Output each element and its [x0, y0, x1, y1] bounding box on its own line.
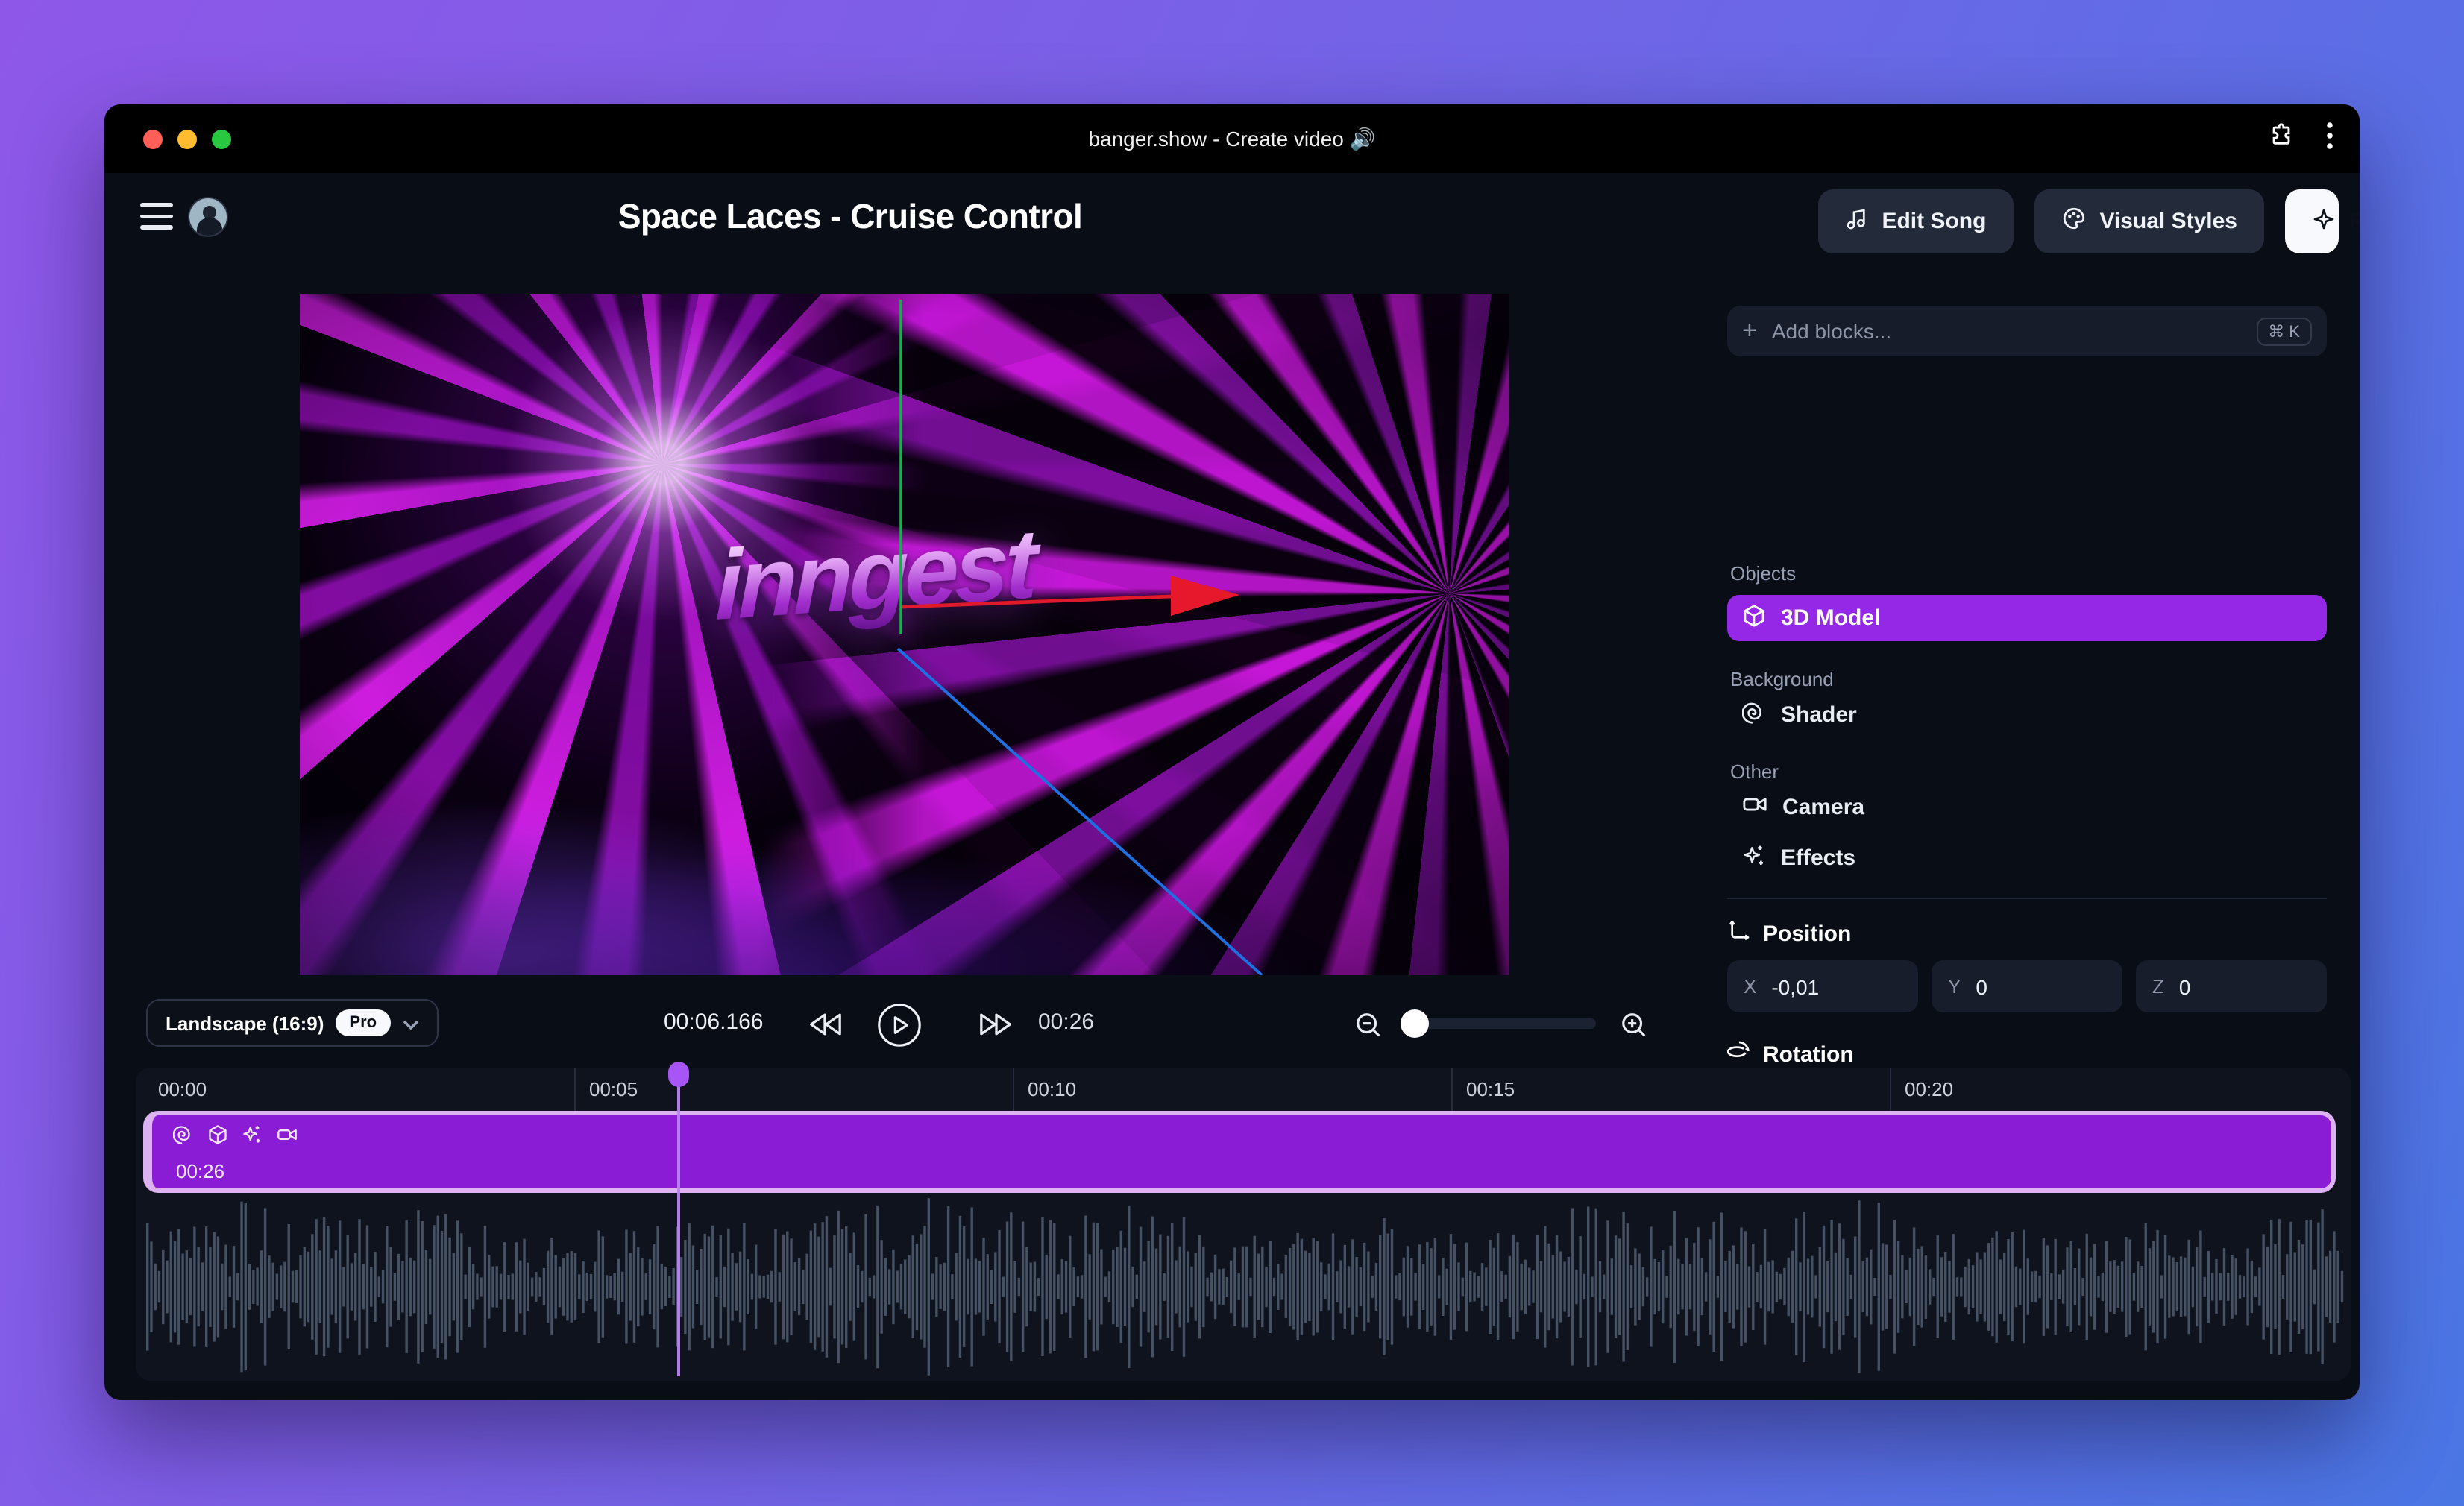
- maximize-window-button[interactable]: [212, 129, 231, 148]
- titlebar: banger.show - Create video 🔊: [104, 104, 2360, 173]
- timeline: 00:00 00:05 00:10 00:15 00:20 00:26: [136, 1062, 2351, 1381]
- position-y-input[interactable]: Y0: [1932, 960, 2122, 1012]
- section-label-other: Other: [1730, 760, 1779, 783]
- extensions-puzzle-icon[interactable]: [2269, 122, 2294, 155]
- position-inputs: X -0,01 Y0 Z0: [1727, 960, 2327, 1012]
- sidebar-item-shader[interactable]: Shader: [1727, 692, 2327, 738]
- hamburger-menu-icon[interactable]: [140, 203, 173, 230]
- section-label-background: Background: [1730, 668, 1834, 690]
- play-button[interactable]: [877, 1002, 922, 1047]
- timeline-ruler[interactable]: 00:00 00:05 00:10 00:15 00:20: [136, 1068, 2351, 1111]
- sidebar-item-3d-model[interactable]: 3D Model: [1727, 595, 2327, 641]
- position-header: Position: [1727, 919, 1851, 948]
- total-duration: 00:26: [1038, 1009, 1095, 1035]
- plus-icon: +: [1742, 316, 1757, 344]
- timeline-zoom-knob[interactable]: [1401, 1009, 1429, 1038]
- avatar[interactable]: [188, 197, 228, 237]
- position-x-input[interactable]: X -0,01: [1727, 960, 1918, 1012]
- sidebar-item-effects[interactable]: Effects: [1727, 835, 2327, 881]
- playhead-knob[interactable]: [668, 1062, 689, 1087]
- video-preview-viewport[interactable]: inngest: [300, 294, 1509, 975]
- palette-icon: [2061, 206, 2086, 237]
- sidebar-item-camera[interactable]: Camera: [1727, 784, 2327, 831]
- section-label-objects: Objects: [1730, 562, 1797, 585]
- cube-icon: [207, 1124, 228, 1153]
- ruler-label: 00:10: [1028, 1078, 1077, 1100]
- aspect-ratio-dropdown[interactable]: Landscape (16:9) Pro: [146, 999, 439, 1047]
- desktop-background: banger.show - Create video 🔊 Space Laces…: [0, 0, 2464, 1506]
- add-blocks-input[interactable]: + Add blocks... ⌘ K: [1727, 306, 2327, 356]
- rotate-3d-icon: [1726, 1039, 1751, 1069]
- transform-gizmo: [896, 300, 1263, 975]
- gizmo-x-axis: [902, 594, 1172, 609]
- kebab-menu-icon[interactable]: [2327, 122, 2333, 156]
- sparkles-icon: [242, 1124, 263, 1153]
- shortcut-badge: ⌘ K: [2256, 317, 2312, 345]
- position-z-input[interactable]: Z0: [2136, 960, 2327, 1012]
- close-window-button[interactable]: [143, 129, 163, 148]
- timeline-zoom-slider[interactable]: [1401, 1009, 1596, 1038]
- rewind-icon[interactable]: [802, 1002, 847, 1047]
- window-title: banger.show - Create video 🔊: [1088, 126, 1376, 150]
- gizmo-z-axis: [896, 647, 1263, 975]
- ruler-label: 00:00: [158, 1078, 207, 1100]
- fast-forward-icon[interactable]: [974, 1002, 1019, 1047]
- render-button[interactable]: Render: [2285, 189, 2360, 253]
- sparkle-icon: [2312, 207, 2336, 236]
- spiral-icon: [172, 1124, 194, 1153]
- zoom-out-icon[interactable]: [1345, 1002, 1390, 1047]
- visual-styles-button[interactable]: Visual Styles: [2034, 189, 2264, 253]
- sparkles-icon: [1742, 843, 1766, 873]
- audio-waveform[interactable]: [146, 1197, 2345, 1376]
- zoom-in-icon[interactable]: [1611, 1002, 1656, 1047]
- sidebar: + Add blocks... ⌘ K Objects 3D Model Bac…: [1726, 277, 2331, 1244]
- page-title: Space Laces - Cruise Control: [617, 197, 1083, 236]
- playback-controls: Landscape (16:9) Pro 00:06.166 00:26: [104, 999, 1727, 1048]
- move-3d-icon: [1727, 919, 1751, 948]
- video-camera-icon: [276, 1124, 298, 1153]
- minimize-window-button[interactable]: [177, 129, 197, 148]
- ruler-label: 00:05: [589, 1078, 638, 1100]
- cube-icon: [1742, 603, 1766, 633]
- ruler-label: 00:15: [1466, 1078, 1515, 1100]
- rotation-header: Rotation: [1726, 1039, 1854, 1069]
- pro-badge: Pro: [336, 1009, 391, 1036]
- header: Space Laces - Cruise Control Edit Song V…: [104, 173, 2360, 271]
- ruler-label: 00:20: [1905, 1078, 1954, 1100]
- edit-song-button[interactable]: Edit Song: [1817, 189, 2014, 253]
- music-note-icon: [1844, 207, 1868, 236]
- video-camera-icon: [1742, 792, 1767, 823]
- chevron-down-icon: [402, 1012, 418, 1034]
- spiral-icon: [1741, 700, 1766, 730]
- timeline-clip[interactable]: 00:26: [143, 1111, 2336, 1193]
- clip-duration: 00:26: [176, 1160, 225, 1182]
- app-window: banger.show - Create video 🔊 Space Laces…: [104, 104, 2360, 1400]
- current-time: 00:06.166: [664, 1009, 764, 1035]
